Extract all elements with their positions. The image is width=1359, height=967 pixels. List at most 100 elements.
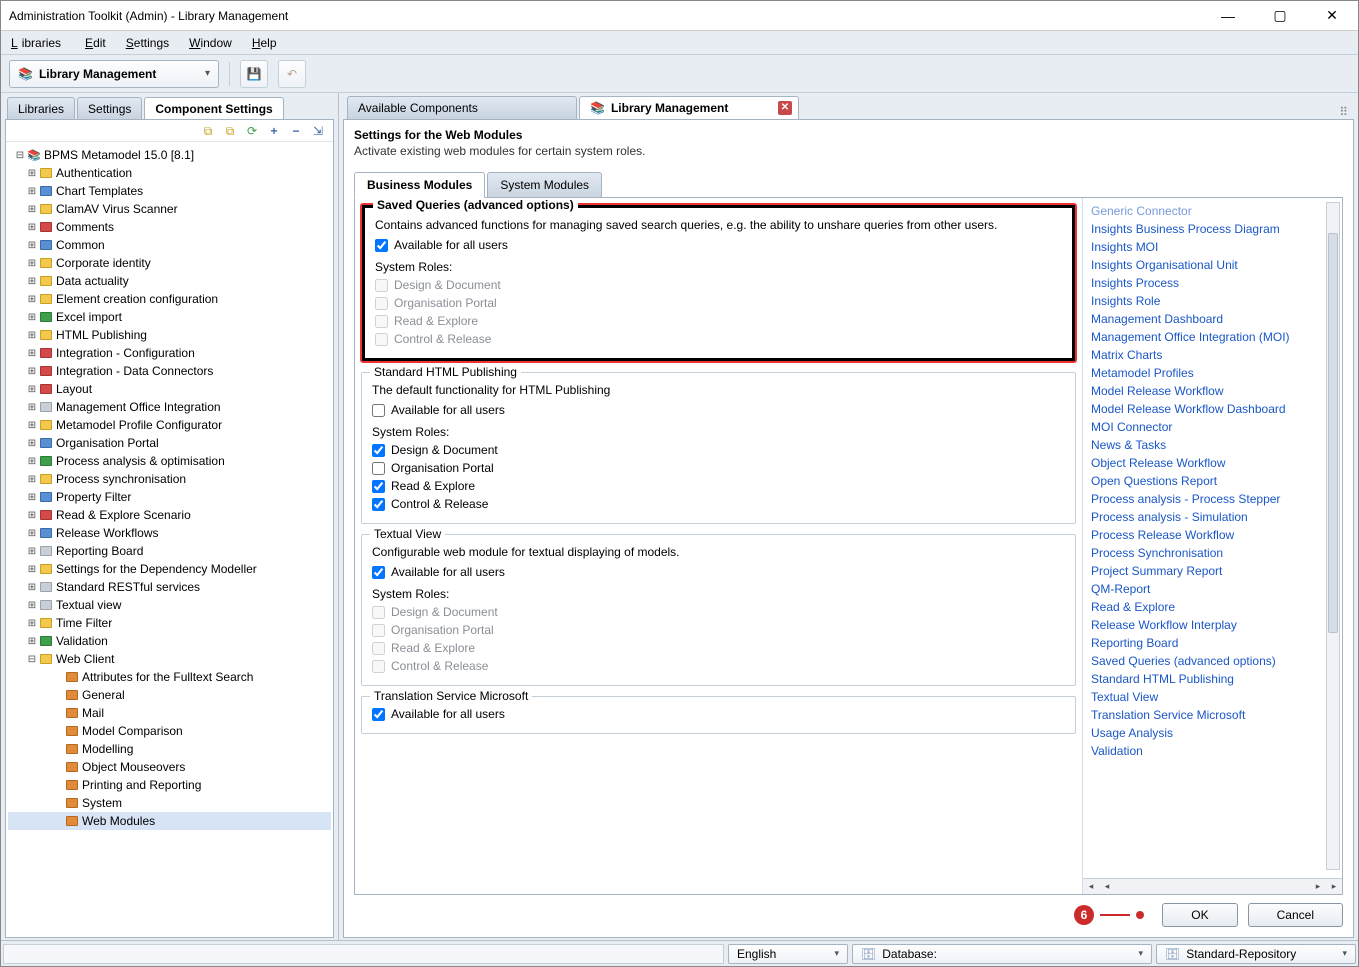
link-item[interactable]: Generic Connector <box>1091 202 1320 220</box>
link-item[interactable]: Translation Service Microsoft <box>1091 706 1320 724</box>
tree-item[interactable]: Mail <box>8 704 331 722</box>
tree-item[interactable]: ⊞Reporting Board <box>8 542 331 560</box>
link-item[interactable]: Process analysis - Process Stepper <box>1091 490 1320 508</box>
vertical-scrollbar[interactable] <box>1326 202 1340 870</box>
chk-read-explore[interactable]: Read & Explore <box>372 477 1065 495</box>
tree-item[interactable]: Object Mouseovers <box>8 758 331 776</box>
tree-item[interactable]: ⊞Release Workflows <box>8 524 331 542</box>
link-item[interactable]: Insights MOI <box>1091 238 1320 256</box>
tab-libraries[interactable]: Libraries <box>7 97 75 119</box>
chk-organisation-portal[interactable]: Organisation Portal <box>372 621 1065 639</box>
chk-available-all[interactable]: Available for all users <box>372 705 1065 723</box>
context-dropdown[interactable]: 📚 Library Management ▾ <box>9 60 219 88</box>
tree-item[interactable]: Model Comparison <box>8 722 331 740</box>
tree-item[interactable]: ⊞Excel import <box>8 308 331 326</box>
tree-item[interactable]: ⊞Process analysis & optimisation <box>8 452 331 470</box>
tree-item[interactable]: ⊞Layout <box>8 380 331 398</box>
menu-settings[interactable]: Settings <box>122 34 173 52</box>
tab-component-settings[interactable]: Component Settings <box>144 97 283 119</box>
tree-item[interactable]: ⊞HTML Publishing <box>8 326 331 344</box>
tree-item[interactable]: ⊞Metamodel Profile Configurator <box>8 416 331 434</box>
link-item[interactable]: Textual View <box>1091 688 1320 706</box>
tree-item[interactable]: Modelling <box>8 740 331 758</box>
link-item[interactable]: Metamodel Profiles <box>1091 364 1320 382</box>
tree-item[interactable]: ⊞Read & Explore Scenario <box>8 506 331 524</box>
tree-item[interactable]: ⊞Management Office Integration <box>8 398 331 416</box>
export-icon[interactable]: ⇲ <box>309 122 327 140</box>
tree-root[interactable]: ⊟📚BPMS Metamodel 15.0 [8.1] <box>8 146 331 164</box>
tab-business-modules[interactable]: Business Modules <box>354 172 485 198</box>
link-item[interactable]: Process analysis - Simulation <box>1091 508 1320 526</box>
link-item[interactable]: MOI Connector <box>1091 418 1320 436</box>
tree-item[interactable]: ⊞ClamAV Virus Scanner <box>8 200 331 218</box>
tree-item[interactable]: Attributes for the Fulltext Search <box>8 668 331 686</box>
tree-action-2-icon[interactable]: ⧉ <box>221 122 239 140</box>
tree-view[interactable]: ⊟📚BPMS Metamodel 15.0 [8.1] ⊞Authenticat… <box>6 142 333 937</box>
link-item[interactable]: Process Synchronisation <box>1091 544 1320 562</box>
language-dropdown[interactable]: English▾ <box>728 944 848 964</box>
add-icon[interactable]: + <box>265 122 283 140</box>
link-item[interactable]: Validation <box>1091 742 1320 760</box>
tree-item[interactable]: ⊞Comments <box>8 218 331 236</box>
tree-item[interactable]: ⊞Organisation Portal <box>8 434 331 452</box>
link-item[interactable]: Model Release Workflow <box>1091 382 1320 400</box>
chk-control-release[interactable]: Control & Release <box>375 330 1062 348</box>
chk-design-document[interactable]: Design & Document <box>372 441 1065 459</box>
link-item[interactable]: Insights Process <box>1091 274 1320 292</box>
tab-system-modules[interactable]: System Modules <box>487 172 602 198</box>
link-item[interactable]: Object Release Workflow <box>1091 454 1320 472</box>
repository-dropdown[interactable]: 🗄Standard-Repository▾ <box>1156 944 1356 964</box>
link-item[interactable]: Standard HTML Publishing <box>1091 670 1320 688</box>
chk-available-all[interactable]: Available for all users <box>372 401 1065 419</box>
link-item[interactable]: QM-Report <box>1091 580 1320 598</box>
tree-action-1-icon[interactable]: ⧉ <box>199 122 217 140</box>
tree-item[interactable]: ⊞Settings for the Dependency Modeller <box>8 560 331 578</box>
chk-read-explore[interactable]: Read & Explore <box>372 639 1065 657</box>
menu-libraries[interactable]: Libraries <box>7 34 69 52</box>
tree-item[interactable]: ⊞Corporate identity <box>8 254 331 272</box>
cancel-button[interactable]: Cancel <box>1248 903 1343 927</box>
tree-item[interactable]: ⊞Integration - Configuration <box>8 344 331 362</box>
link-item[interactable]: Insights Business Process Diagram <box>1091 220 1320 238</box>
tree-item[interactable]: Web Modules <box>8 812 331 830</box>
tab-library-management[interactable]: 📚 Library Management ✕ <box>579 96 799 119</box>
link-item[interactable]: Read & Explore <box>1091 598 1320 616</box>
tree-item[interactable]: ⊞Textual view <box>8 596 331 614</box>
chk-organisation-portal[interactable]: Organisation Portal <box>375 294 1062 312</box>
link-item[interactable]: News & Tasks <box>1091 436 1320 454</box>
minimize-button[interactable]: — <box>1210 4 1246 28</box>
link-item[interactable]: Management Dashboard <box>1091 310 1320 328</box>
links-list[interactable]: Generic ConnectorInsights Business Proce… <box>1083 198 1342 878</box>
tree-item[interactable]: ⊞Time Filter <box>8 614 331 632</box>
tree-item[interactable]: ⊞Data actuality <box>8 272 331 290</box>
tab-settings[interactable]: Settings <box>77 97 142 119</box>
chk-available-all[interactable]: Available for all users <box>375 236 1062 254</box>
tree-item[interactable]: System <box>8 794 331 812</box>
tree-item[interactable]: ⊞Property Filter <box>8 488 331 506</box>
tab-close-icon[interactable]: ✕ <box>778 101 792 115</box>
tree-item[interactable]: ⊞Integration - Data Connectors <box>8 362 331 380</box>
maximize-button[interactable]: ▢ <box>1262 4 1298 28</box>
ok-button[interactable]: OK <box>1162 903 1237 927</box>
undo-icon[interactable]: ↶ <box>278 60 306 88</box>
tree-item[interactable]: ⊞Authentication <box>8 164 331 182</box>
link-item[interactable]: Insights Role <box>1091 292 1320 310</box>
link-item[interactable]: Management Office Integration (MOI) <box>1091 328 1320 346</box>
link-item[interactable]: Open Questions Report <box>1091 472 1320 490</box>
tree-item[interactable]: ⊞Process synchronisation <box>8 470 331 488</box>
chk-available-all[interactable]: Available for all users <box>372 563 1065 581</box>
link-item[interactable]: Process Release Workflow <box>1091 526 1320 544</box>
link-item[interactable]: Reporting Board <box>1091 634 1320 652</box>
tree-item[interactable]: ⊞Element creation configuration <box>8 290 331 308</box>
chk-organisation-portal[interactable]: Organisation Portal <box>372 459 1065 477</box>
refresh-icon[interactable]: ⟳ <box>243 122 261 140</box>
chk-control-release[interactable]: Control & Release <box>372 495 1065 513</box>
horizontal-scrollbar[interactable]: ◂◂ ▸▸ <box>1083 878 1342 894</box>
tree-item[interactable]: ⊞Chart Templates <box>8 182 331 200</box>
chk-control-release[interactable]: Control & Release <box>372 657 1065 675</box>
link-item[interactable]: Model Release Workflow Dashboard <box>1091 400 1320 418</box>
chk-design-document[interactable]: Design & Document <box>372 603 1065 621</box>
tree-item[interactable]: ⊞Validation <box>8 632 331 650</box>
remove-icon[interactable]: − <box>287 122 305 140</box>
database-dropdown[interactable]: 🗄Database:▾ <box>852 944 1152 964</box>
